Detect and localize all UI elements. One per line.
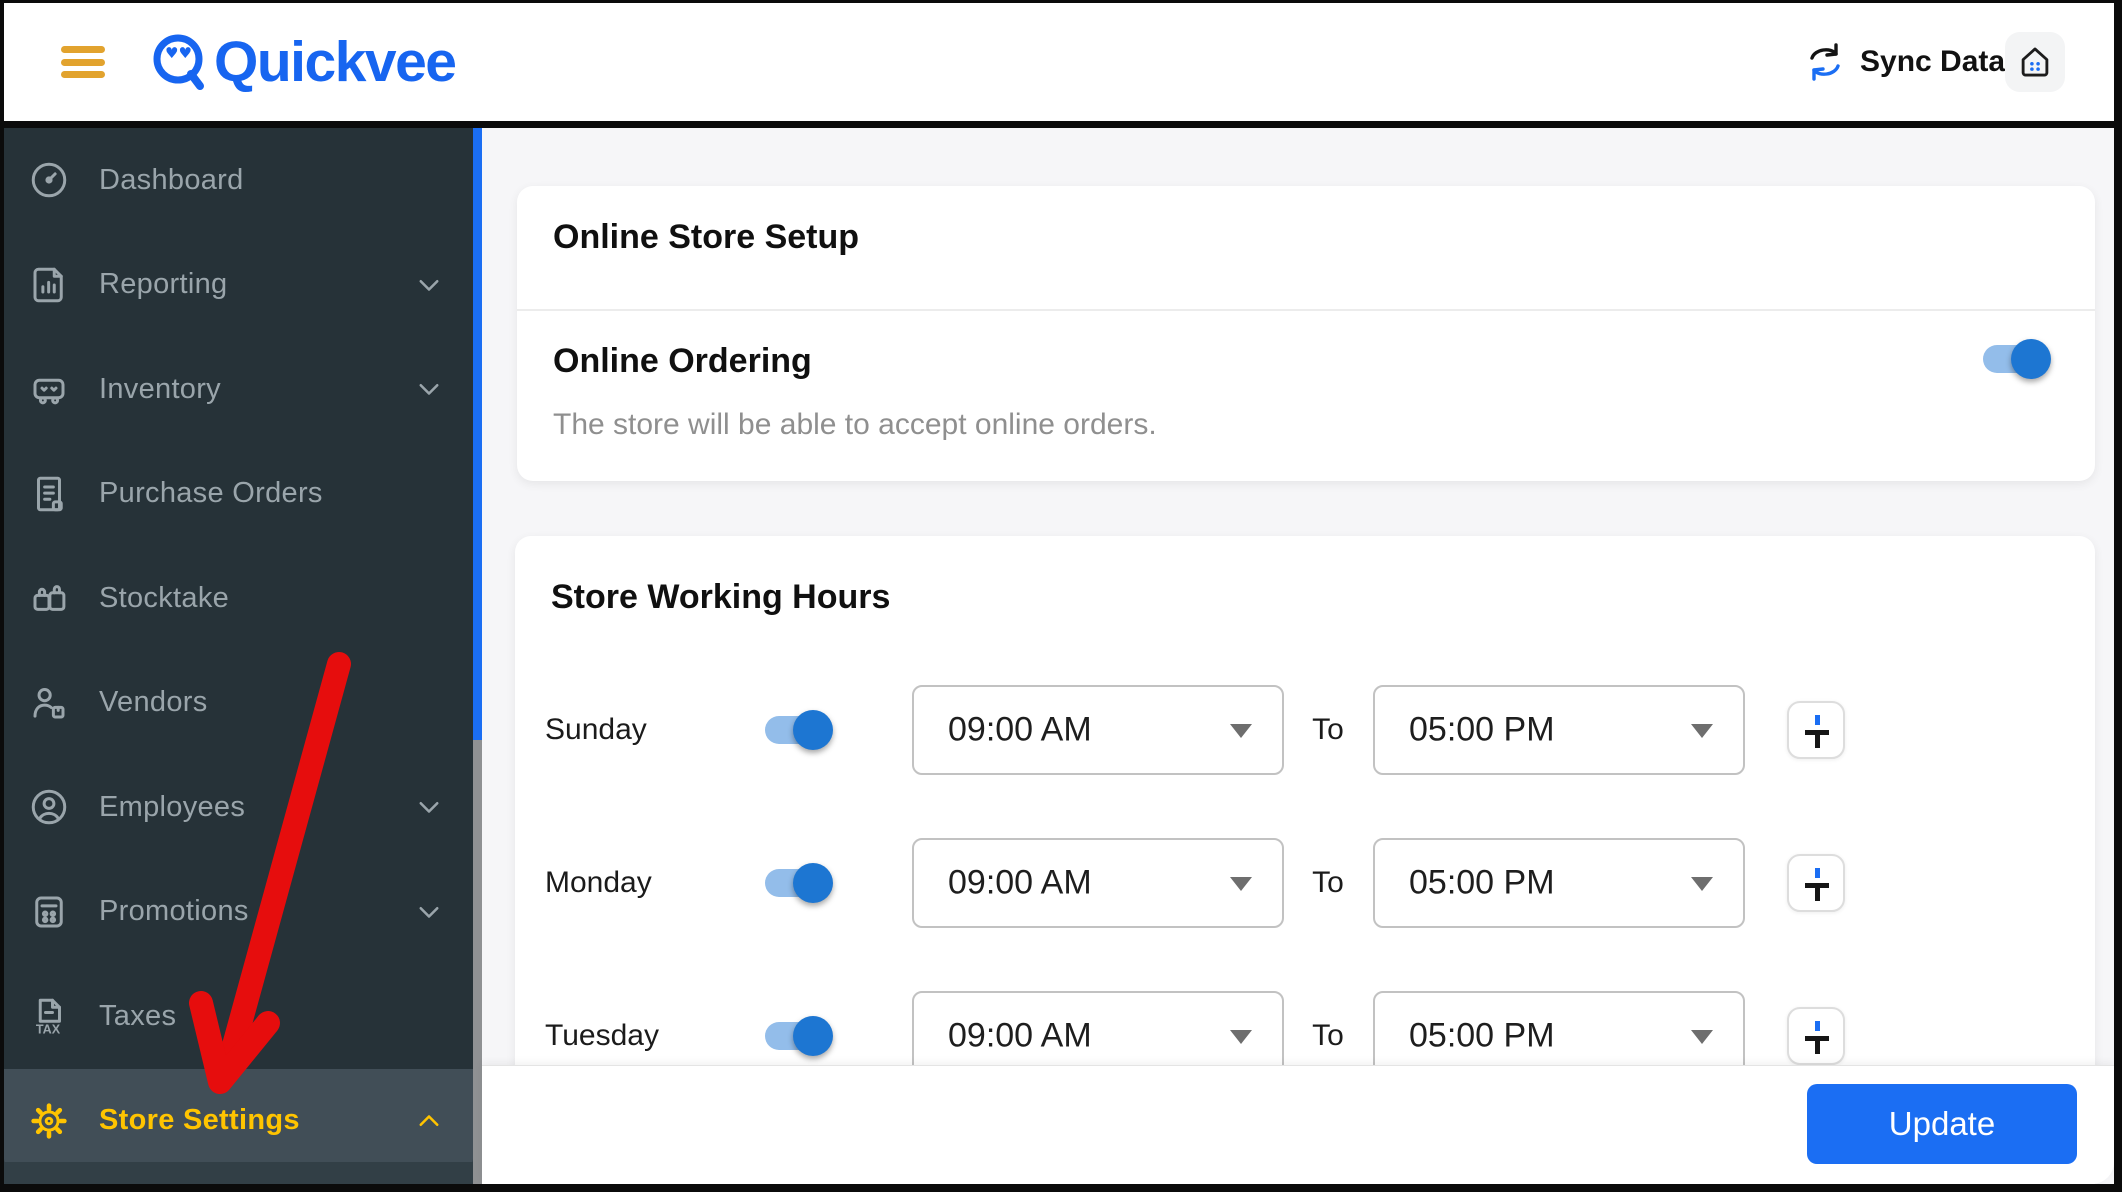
sidebar-scrollbar-thumb[interactable] bbox=[473, 128, 482, 740]
app-logo[interactable]: ♥♥ Quickvee bbox=[150, 29, 457, 95]
vendors-icon bbox=[28, 682, 70, 724]
gear-icon bbox=[28, 1100, 70, 1142]
to-label: To bbox=[1312, 713, 1344, 746]
chevron-down-icon bbox=[411, 789, 447, 825]
bottom-action-bar: Update bbox=[482, 1065, 2114, 1184]
to-label: To bbox=[1312, 866, 1344, 899]
day-label: Monday bbox=[545, 866, 652, 899]
store-working-hours-title: Store Working Hours bbox=[551, 578, 891, 616]
open-time-value: 09:00 AM bbox=[948, 863, 1092, 902]
sidebar-nav: Dashboard Reporting Inventory Purchase O… bbox=[4, 128, 473, 1173]
add-time-slot-button[interactable] bbox=[1787, 854, 1845, 912]
day-toggle[interactable] bbox=[765, 1013, 835, 1059]
close-time-select[interactable]: 05:00 PM bbox=[1373, 685, 1745, 775]
add-time-slot-button[interactable] bbox=[1787, 1007, 1845, 1065]
app-window: ♥♥ Quickvee Sync Data Dashboard Reportin… bbox=[0, 0, 2122, 1192]
sidebar-item-promotions[interactable]: Promotions bbox=[4, 860, 473, 965]
day-label: Tuesday bbox=[545, 1019, 659, 1052]
online-store-setup-card: Online Store Setup Online Ordering The s… bbox=[517, 186, 2095, 481]
sidebar-item-label: Purchase Orders bbox=[99, 477, 323, 510]
sidebar-item-label: Reporting bbox=[99, 268, 228, 301]
dashboard-icon bbox=[28, 159, 70, 201]
svg-text:♥♥: ♥♥ bbox=[165, 44, 192, 62]
day-label: Sunday bbox=[545, 713, 647, 746]
close-time-value: 05:00 PM bbox=[1409, 1016, 1555, 1055]
home-grid-icon bbox=[2021, 47, 2049, 77]
working-hours-row-monday: Monday 09:00 AM To 05:00 PM bbox=[515, 833, 2095, 933]
inventory-icon bbox=[28, 368, 70, 410]
chevron-down-icon bbox=[411, 267, 447, 303]
online-store-setup-title: Online Store Setup bbox=[553, 218, 860, 256]
sidebar: Dashboard Reporting Inventory Purchase O… bbox=[4, 128, 473, 1184]
toggle-thumb bbox=[793, 710, 833, 750]
close-time-value: 05:00 PM bbox=[1409, 710, 1555, 749]
purchase-orders-icon bbox=[28, 473, 70, 515]
toggle-thumb bbox=[2011, 339, 2051, 379]
sidebar-item-stocktake[interactable]: Stocktake bbox=[4, 546, 473, 651]
sidebar-item-employees[interactable]: Employees bbox=[4, 755, 473, 860]
home-apps-button[interactable] bbox=[2005, 32, 2065, 92]
screen: ♥♥ Quickvee Sync Data Dashboard Reportin… bbox=[4, 3, 2114, 1184]
sidebar-submenu-edge bbox=[4, 1162, 473, 1184]
open-time-value: 09:00 AM bbox=[948, 710, 1092, 749]
taxes-icon: TAX bbox=[28, 995, 70, 1037]
day-toggle[interactable] bbox=[765, 707, 835, 753]
sidebar-item-label: Promotions bbox=[99, 895, 249, 928]
header: ♥♥ Quickvee Sync Data bbox=[4, 3, 2114, 128]
dropdown-caret-icon bbox=[1230, 877, 1252, 891]
sidebar-item-label: Store Settings bbox=[99, 1104, 300, 1137]
online-ordering-toggle[interactable] bbox=[1983, 336, 2053, 382]
svg-text:TAX: TAX bbox=[36, 1023, 61, 1037]
sidebar-item-label: Inventory bbox=[99, 372, 221, 405]
chevron-down-icon bbox=[411, 894, 447, 930]
sidebar-item-label: Dashboard bbox=[99, 163, 244, 196]
main-content: Online Store Setup Online Ordering The s… bbox=[482, 128, 2114, 1184]
update-button[interactable]: Update bbox=[1807, 1084, 2077, 1164]
sidebar-item-store-settings[interactable]: Store Settings bbox=[4, 1068, 473, 1173]
reporting-icon bbox=[28, 264, 70, 306]
toggle-thumb bbox=[793, 863, 833, 903]
dropdown-caret-icon bbox=[1230, 724, 1252, 738]
sync-data-button[interactable]: Sync Data bbox=[1802, 39, 2005, 85]
online-ordering-label: Online Ordering bbox=[553, 342, 812, 380]
open-time-value: 09:00 AM bbox=[948, 1016, 1092, 1055]
working-hours-row-sunday: Sunday 09:00 AM To 05:00 PM bbox=[515, 680, 2095, 780]
employees-icon bbox=[28, 786, 70, 828]
chevron-up-icon bbox=[411, 1103, 447, 1139]
sidebar-item-reporting[interactable]: Reporting bbox=[4, 233, 473, 338]
online-ordering-description: The store will be able to accept online … bbox=[553, 408, 1157, 441]
dropdown-caret-icon bbox=[1230, 1030, 1252, 1044]
sync-data-label: Sync Data bbox=[1860, 45, 2006, 78]
sidebar-item-vendors[interactable]: Vendors bbox=[4, 651, 473, 756]
sidebar-item-label: Stocktake bbox=[99, 581, 230, 614]
sidebar-item-label: Vendors bbox=[99, 686, 208, 719]
sidebar-item-purchase-orders[interactable]: Purchase Orders bbox=[4, 442, 473, 547]
day-toggle[interactable] bbox=[765, 860, 835, 906]
sync-icon bbox=[1810, 43, 1840, 81]
sidebar-item-dashboard[interactable]: Dashboard bbox=[4, 128, 473, 233]
close-time-select[interactable]: 05:00 PM bbox=[1373, 838, 1745, 928]
app-logo-text: Quickvee bbox=[214, 30, 457, 94]
sidebar-item-label: Employees bbox=[99, 790, 246, 823]
card-divider bbox=[517, 309, 2095, 311]
dropdown-caret-icon bbox=[1691, 1030, 1713, 1044]
to-label: To bbox=[1312, 1019, 1344, 1052]
sidebar-item-label: Taxes bbox=[99, 999, 177, 1032]
chevron-down-icon bbox=[411, 371, 447, 407]
close-time-value: 05:00 PM bbox=[1409, 863, 1555, 902]
dropdown-caret-icon bbox=[1691, 724, 1713, 738]
open-time-select[interactable]: 09:00 AM bbox=[912, 685, 1284, 775]
dropdown-caret-icon bbox=[1691, 877, 1713, 891]
sidebar-item-inventory[interactable]: Inventory bbox=[4, 337, 473, 442]
promotions-icon bbox=[28, 891, 70, 933]
add-time-slot-button[interactable] bbox=[1787, 701, 1845, 759]
quickvee-q-logo-icon: ♥♥ bbox=[153, 34, 204, 90]
hamburger-menu-icon[interactable] bbox=[61, 46, 105, 78]
toggle-thumb bbox=[793, 1016, 833, 1056]
open-time-select[interactable]: 09:00 AM bbox=[912, 838, 1284, 928]
sidebar-scrollbar-track[interactable] bbox=[473, 128, 482, 1184]
stocktake-icon bbox=[28, 577, 70, 619]
sidebar-item-taxes[interactable]: TAX Taxes bbox=[4, 964, 473, 1069]
